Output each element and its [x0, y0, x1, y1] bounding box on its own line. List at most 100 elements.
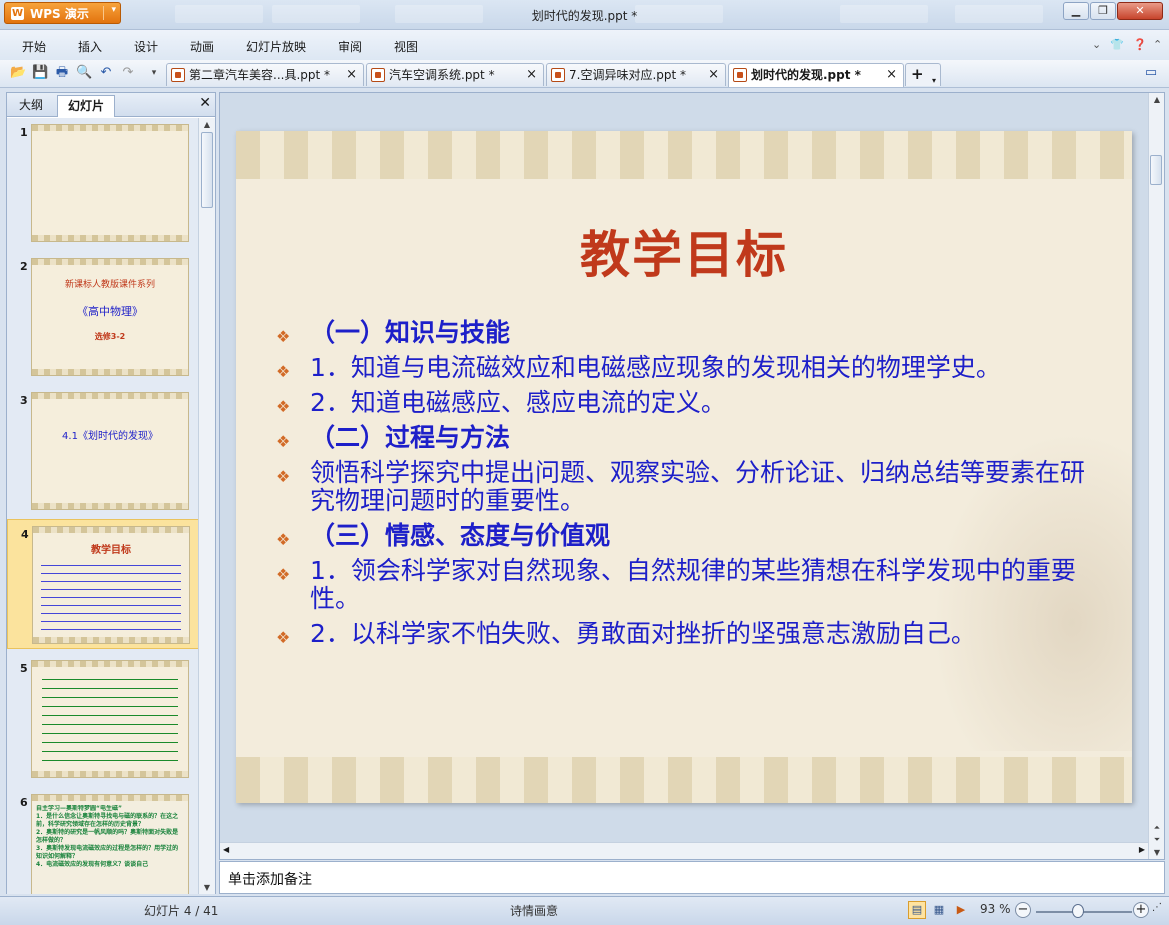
decorative-border — [236, 757, 1132, 803]
bullet-item: ❖ （三）情感、态度与价值观 — [274, 522, 1094, 550]
normal-view-icon[interactable]: ▤ — [908, 901, 926, 919]
scroll-up-icon[interactable]: ▲ — [199, 120, 215, 129]
slide-sorter-icon[interactable]: ▦ — [930, 901, 948, 919]
doc-tab[interactable]: 汽车空调系统.ppt * × — [366, 63, 544, 86]
chevron-down-icon[interactable]: ⌄ — [1092, 38, 1101, 51]
ppt-file-icon — [733, 68, 747, 82]
resize-grip-icon[interactable]: ⋰ — [1152, 902, 1162, 913]
scroll-down-icon[interactable]: ▼ — [1149, 848, 1165, 857]
undo-icon[interactable]: ↶ — [98, 65, 114, 81]
close-tab-icon[interactable]: × — [526, 64, 537, 86]
scroll-right-icon[interactable]: ▶ — [1139, 845, 1145, 854]
close-panel-icon[interactable]: ✕ — [199, 95, 211, 111]
chevron-down-icon: ▾ — [931, 76, 936, 85]
zoom-slider-knob[interactable] — [1072, 904, 1084, 918]
scrollbar-thumb[interactable] — [201, 132, 213, 208]
doc-tab[interactable]: 7.空调异味对应.ppt * × — [546, 63, 726, 86]
decorative-border — [236, 131, 1132, 179]
ppt-file-icon — [171, 68, 185, 82]
thumbnail-scrollbar[interactable]: ▲ ▼ — [198, 118, 215, 894]
new-tab-button[interactable]: + ▾ — [905, 63, 941, 86]
customize-toolbar-icon[interactable]: ▾ — [146, 65, 162, 81]
slide-thumbnail[interactable]: 3 4.1《划时代的发现》 — [7, 386, 199, 516]
doc-tab-label: 第二章汽车美容...具.ppt * — [189, 68, 331, 82]
shirt-icon[interactable]: 👕 — [1110, 38, 1124, 51]
slide-thumbnail[interactable]: 1 — [7, 118, 199, 248]
zoom-in-icon[interactable]: + — [1133, 902, 1149, 918]
slide-title[interactable]: 教学目标 — [236, 215, 1132, 287]
zoom-slider[interactable] — [1036, 911, 1132, 913]
notes-pane[interactable]: 单击添加备注 — [219, 861, 1165, 894]
diamond-bullet-icon: ❖ — [276, 530, 291, 549]
open-icon[interactable]: 📂 — [10, 65, 26, 81]
window-title: 划时代的发现.ppt * — [531, 9, 638, 23]
panel-tabs: 大纲 幻灯片 ✕ — [7, 93, 215, 117]
tab-outline[interactable]: 大纲 — [11, 95, 51, 117]
ppt-file-icon — [551, 68, 565, 82]
zoom-level: 93 % — [980, 902, 1011, 916]
slide-thumbnail-list: 1 2 新课标人教版课件系列 《高中物理》 选修3-2 3 4.1《划时代的发现… — [7, 118, 199, 894]
slide-thumbnail[interactable]: 2 新课标人教版课件系列 《高中物理》 选修3-2 — [7, 252, 199, 382]
menu-insert[interactable]: 插入 — [78, 38, 102, 55]
slide-body[interactable]: ❖ （一）知识与技能 ❖ 1．知道与电流磁效应和电磁感应现象的发现相关的物理学史。 … — [274, 319, 1094, 655]
scrollbar-thumb[interactable] — [1150, 155, 1162, 185]
diamond-bullet-icon: ❖ — [276, 628, 291, 647]
doc-tab-active[interactable]: 划时代的发现.ppt * × — [728, 63, 904, 87]
editor-horizontal-scrollbar[interactable]: ◀ ▶ — [220, 842, 1149, 859]
zoom-out-icon[interactable]: − — [1015, 902, 1031, 918]
slide-editor: 教学目标 ❖ （一）知识与技能 ❖ 1．知道与电流磁效应和电磁感应现象的发现相关的物… — [219, 92, 1165, 860]
slideshow-icon[interactable]: ▶ — [952, 901, 970, 919]
help-icon[interactable]: ❓ — [1133, 38, 1147, 51]
bullet-item: ❖ 领悟科学探究中提出问题、观察实验、分析论证、归纳总结等要素在研究物理问题时的重… — [276, 458, 1086, 515]
menu-animation[interactable]: 动画 — [190, 38, 214, 55]
print-preview-icon[interactable]: 🔍 — [76, 65, 92, 81]
menu-home[interactable]: 开始 — [22, 38, 46, 55]
editor-vertical-scrollbar[interactable]: ▲ ⏶ ⏷ ▼ — [1148, 93, 1164, 859]
next-slide-icon[interactable]: ⏷ — [1149, 835, 1165, 845]
notes-placeholder: 单击添加备注 — [228, 872, 312, 888]
doc-tab-label: 划时代的发现.ppt * — [751, 68, 861, 82]
ppt-file-icon — [371, 68, 385, 82]
restore-button[interactable]: ❐ — [1090, 2, 1116, 20]
menu-bar: 开始 插入 设计 动画 幻灯片放映 审阅 视图 ⌄ 👕 ❓ ⌃ — [0, 30, 1169, 60]
tab-slides[interactable]: 幻灯片 — [57, 95, 115, 117]
slides-panel: 大纲 幻灯片 ✕ 1 2 新课标人教版课件系列 《高中物理》 选修3-2 3 4… — [6, 92, 216, 894]
close-tab-icon[interactable]: × — [346, 64, 357, 86]
layout-toggle-icon[interactable]: ▭ — [1143, 65, 1159, 81]
bullet-item: ❖ （一）知识与技能 — [274, 319, 1094, 347]
close-button[interactable]: ✕ — [1117, 2, 1163, 20]
scroll-down-icon[interactable]: ▼ — [199, 883, 215, 892]
bullet-item: ❖ （二）过程与方法 — [274, 424, 1094, 452]
theme-name: 诗情画意 — [510, 904, 559, 918]
print-icon[interactable]: 🖶 — [54, 65, 70, 81]
menu-review[interactable]: 审阅 — [338, 38, 362, 55]
slide-thumbnail[interactable]: 5 — [7, 654, 199, 784]
minimize-button[interactable]: ▁ — [1063, 2, 1089, 20]
slide-thumbnail[interactable]: 6 自主学习—奥斯特梦圆“电生磁” 1．是什么信念让奥斯特寻找电与磁的联系的？在… — [7, 788, 199, 894]
diamond-bullet-icon: ❖ — [276, 362, 291, 381]
slide-canvas[interactable]: 教学目标 ❖ （一）知识与技能 ❖ 1．知道与电流磁效应和电磁感应现象的发现相关的物… — [236, 131, 1132, 803]
close-tab-icon[interactable]: × — [886, 64, 897, 86]
bullet-item: ❖ 2．以科学家不怕失败、勇敢面对挫折的坚强意志激励自己。 — [274, 620, 1094, 648]
slide-counter: 幻灯片 4 / 41 — [144, 904, 219, 918]
doc-tab-label: 汽车空调系统.ppt * — [389, 68, 495, 82]
diamond-bullet-icon: ❖ — [276, 432, 291, 451]
doc-tab[interactable]: 第二章汽车美容...具.ppt * × — [166, 63, 364, 86]
doc-tab-label: 7.空调异味对应.ppt * — [569, 68, 687, 82]
scroll-left-icon[interactable]: ◀ — [223, 845, 229, 854]
menu-design[interactable]: 设计 — [134, 38, 158, 55]
previous-slide-icon[interactable]: ⏶ — [1149, 823, 1165, 833]
scroll-up-icon[interactable]: ▲ — [1149, 95, 1165, 104]
diamond-bullet-icon: ❖ — [276, 327, 291, 346]
menu-view[interactable]: 视图 — [394, 38, 418, 55]
menu-slideshow[interactable]: 幻灯片放映 — [246, 38, 306, 55]
title-bar: W WPS 演示 ▾ 划时代的发现.ppt * ▁ ❐ ✕ — [0, 0, 1169, 30]
diamond-bullet-icon: ❖ — [276, 397, 291, 416]
slide-thumbnail-selected[interactable]: 4 教学目标 — [7, 519, 199, 649]
close-tab-icon[interactable]: × — [708, 64, 719, 86]
diamond-bullet-icon: ❖ — [276, 565, 291, 584]
ribbon-toggle-icon[interactable]: ⌃ — [1153, 38, 1162, 51]
redo-icon[interactable]: ↷ — [120, 65, 136, 81]
diamond-bullet-icon: ❖ — [276, 467, 291, 486]
save-icon[interactable]: 💾 — [32, 65, 48, 81]
